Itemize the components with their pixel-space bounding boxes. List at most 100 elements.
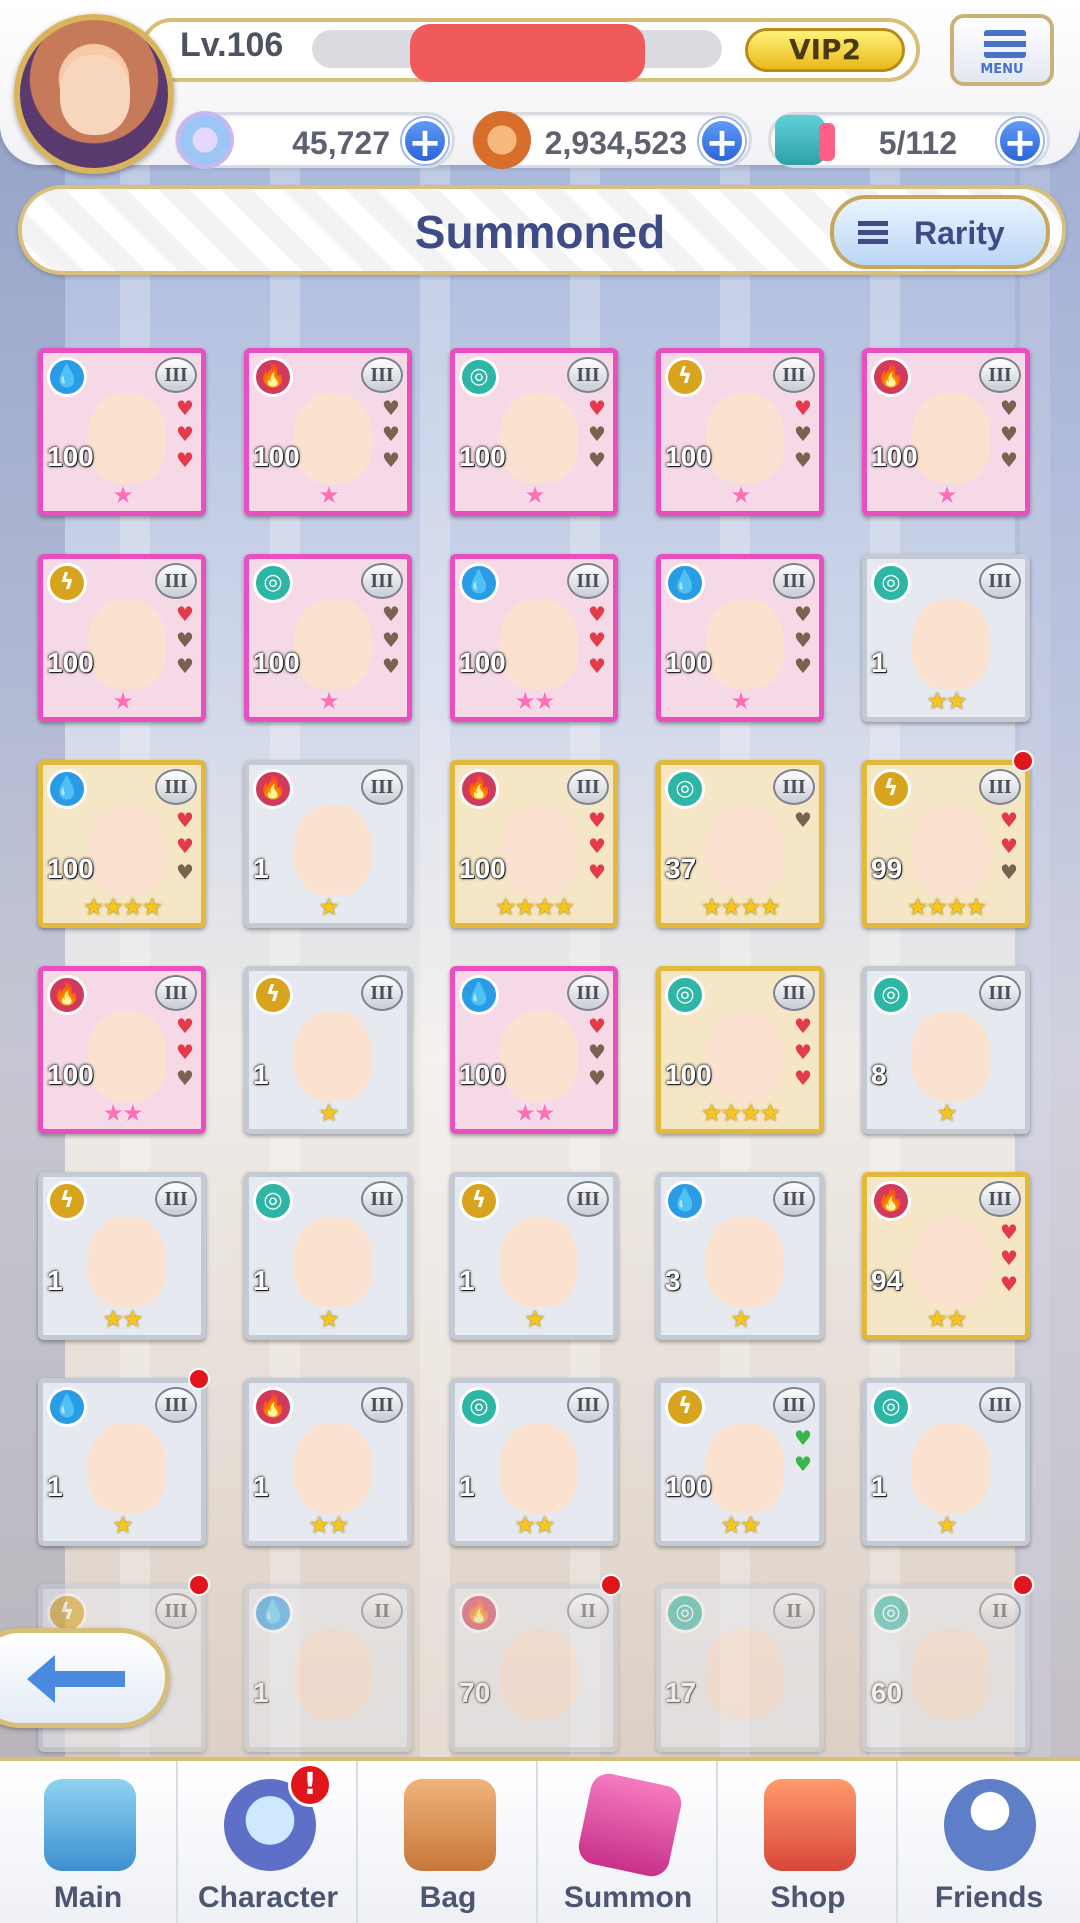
character-card[interactable]: ◎ III 8 ★ bbox=[862, 966, 1030, 1134]
wind-element-icon: ◎ bbox=[871, 1593, 911, 1633]
character-card[interactable]: 🔥 III 94 ♥ ♥ ♥ ★★ bbox=[862, 1172, 1030, 1340]
character-level: 100 bbox=[253, 647, 300, 678]
character-level: 1 bbox=[47, 1265, 63, 1296]
player-avatar[interactable] bbox=[14, 14, 174, 174]
tier-badge: III bbox=[773, 975, 815, 1011]
nav-bag[interactable]: Bag bbox=[360, 1761, 538, 1923]
character-card[interactable]: 🔥 III 100 ♥ ♥ ♥ ★★★★ bbox=[450, 760, 618, 928]
character-card[interactable]: 💧 III 100 ♥ ♥ ♥ ★ bbox=[656, 554, 824, 722]
wind-element-icon: ◎ bbox=[253, 1181, 293, 1221]
character-portrait bbox=[88, 805, 166, 895]
fire-element-icon: 🔥 bbox=[459, 769, 499, 809]
character-level: 1 bbox=[47, 1471, 63, 1502]
character-card[interactable]: 💧 III 100 ♥ ♥ ♥ ★★ bbox=[450, 554, 618, 722]
ap-counter: 5/112 + bbox=[768, 112, 1050, 168]
character-card[interactable]: ϟ III 1 ★ bbox=[450, 1172, 618, 1340]
character-card[interactable]: 💧 II 1 bbox=[244, 1584, 412, 1752]
character-card[interactable]: ϟ III 1 ★ bbox=[244, 966, 412, 1134]
nav-friends[interactable]: Friends bbox=[900, 1761, 1078, 1923]
character-card[interactable]: 🔥 II 70 bbox=[450, 1584, 618, 1752]
character-card[interactable]: ◎ III 1 ★ bbox=[862, 1378, 1030, 1546]
character-level: 100 bbox=[665, 441, 712, 472]
nav-main[interactable]: Main bbox=[0, 1761, 178, 1923]
rarity-stars: ★ bbox=[318, 1305, 340, 1333]
nav-summon[interactable]: Summon bbox=[540, 1761, 718, 1923]
nav-shop[interactable]: Shop bbox=[720, 1761, 898, 1923]
heart-icon: ♥ bbox=[176, 834, 194, 858]
heart-icon: ♥ bbox=[794, 808, 812, 832]
menu-button[interactable]: MENU bbox=[950, 14, 1054, 86]
character-card[interactable]: 💧 III 3 ★ bbox=[656, 1172, 824, 1340]
character-card[interactable]: ◎ III 1 ★★ bbox=[450, 1378, 618, 1546]
character-card[interactable]: ϟ III 99 ♥ ♥ ♥ ★★★★ bbox=[862, 760, 1030, 928]
nav-main-label: Main bbox=[53, 1881, 123, 1914]
coin-icon bbox=[473, 111, 531, 169]
cart-icon bbox=[764, 1779, 856, 1871]
character-portrait bbox=[294, 393, 372, 483]
heart-icon: ♥ bbox=[588, 1066, 606, 1090]
character-level: 1 bbox=[871, 647, 887, 678]
heart-icon: ♥ bbox=[382, 628, 400, 652]
nav-character[interactable]: ! Character bbox=[180, 1761, 358, 1923]
tier-badge: III bbox=[155, 357, 197, 393]
water-element-icon: 💧 bbox=[47, 1387, 87, 1427]
rarity-stars: ★ bbox=[730, 481, 752, 509]
add-coin-button[interactable]: + bbox=[699, 118, 745, 165]
character-card[interactable]: ◎ III 1 ★★ bbox=[862, 554, 1030, 722]
notification-dot bbox=[1012, 1574, 1034, 1596]
affection-hearts: ♥ ♥ ♥ bbox=[791, 601, 815, 679]
character-level: 70 bbox=[459, 1677, 491, 1708]
affection-hearts: ♥ ♥ ♥ bbox=[173, 395, 197, 473]
character-level: 60 bbox=[871, 1677, 903, 1708]
back-button[interactable] bbox=[0, 1628, 170, 1728]
tier-badge: III bbox=[979, 769, 1021, 805]
coin-value: 2,934,523 bbox=[544, 125, 687, 161]
character-card[interactable]: ◎ III 1 ★ bbox=[244, 1172, 412, 1340]
sort-rarity-button[interactable]: Rarity bbox=[830, 195, 1050, 269]
character-card[interactable]: 💧 III 100 ♥ ♥ ♥ ★★ bbox=[450, 966, 618, 1134]
wind-element-icon: ◎ bbox=[871, 563, 911, 603]
heart-icon: ♥ bbox=[1000, 860, 1018, 884]
character-card[interactable]: 🔥 III 100 ♥ ♥ ♥ ★★ bbox=[38, 966, 206, 1134]
character-portrait bbox=[294, 599, 372, 689]
character-card[interactable]: ◎ III 100 ♥ ♥ ♥ ★ bbox=[244, 554, 412, 722]
add-star-gem-button[interactable]: + bbox=[402, 118, 448, 165]
character-level: 1 bbox=[253, 1059, 269, 1090]
character-level: 1 bbox=[871, 1471, 887, 1502]
character-card[interactable]: 💧 III 100 ♥ ♥ ♥ ★★★★ bbox=[38, 760, 206, 928]
character-card[interactable]: 💧 III 1 ★ bbox=[38, 1378, 206, 1546]
character-level: 100 bbox=[47, 1059, 94, 1090]
character-card[interactable]: ϟ III 100 ♥ ♥ ♥ ★ bbox=[656, 348, 824, 516]
character-card[interactable]: ◎ II 17 bbox=[656, 1584, 824, 1752]
character-card[interactable]: 💧 III 100 ♥ ♥ ♥ ★ bbox=[38, 348, 206, 516]
wind-element-icon: ◎ bbox=[459, 357, 499, 397]
character-card[interactable]: 🔥 III 1 ★ bbox=[244, 760, 412, 928]
character-card[interactable]: 🔥 III 100 ♥ ♥ ♥ ★ bbox=[862, 348, 1030, 516]
tier-badge: III bbox=[773, 357, 815, 393]
character-card[interactable]: ◎ III 37 ♥ ★★★★ bbox=[656, 760, 824, 928]
character-card[interactable]: ◎ III 100 ♥ ♥ ♥ ★ bbox=[450, 348, 618, 516]
add-ap-button[interactable]: + bbox=[997, 118, 1043, 165]
menu-icon bbox=[984, 30, 1026, 58]
character-card[interactable]: ϟ III 100 ♥ ♥ ★★ bbox=[656, 1378, 824, 1546]
heart-icon: ♥ bbox=[1000, 396, 1018, 420]
character-card[interactable]: 🔥 III 100 ♥ ♥ ♥ ★ bbox=[244, 348, 412, 516]
heart-icon: ♥ bbox=[1000, 448, 1018, 472]
heart-icon: ♥ bbox=[794, 422, 812, 446]
character-card[interactable]: ϟ III 100 ♥ ♥ ♥ ★ bbox=[38, 554, 206, 722]
character-level: 3 bbox=[665, 1265, 681, 1296]
heart-icon: ♥ bbox=[794, 1452, 812, 1476]
rarity-stars: ★★ bbox=[514, 1511, 555, 1539]
affection-hearts: ♥ ♥ ♥ bbox=[379, 395, 403, 473]
character-card[interactable]: ◎ II 60 bbox=[862, 1584, 1030, 1752]
heart-icon: ♥ bbox=[794, 654, 812, 678]
character-card[interactable]: ϟ III 1 ★★ bbox=[38, 1172, 206, 1340]
tier-badge: III bbox=[773, 1181, 815, 1217]
character-portrait bbox=[88, 1217, 166, 1307]
character-card[interactable]: ◎ III 100 ♥ ♥ ♥ ★★★★ bbox=[656, 966, 824, 1134]
vip-badge[interactable]: VIP2 bbox=[745, 28, 905, 72]
affection-hearts: ♥ ♥ ♥ bbox=[585, 807, 609, 885]
tier-badge: III bbox=[361, 975, 403, 1011]
heart-icon: ♥ bbox=[382, 448, 400, 472]
character-card[interactable]: 🔥 III 1 ★★ bbox=[244, 1378, 412, 1546]
